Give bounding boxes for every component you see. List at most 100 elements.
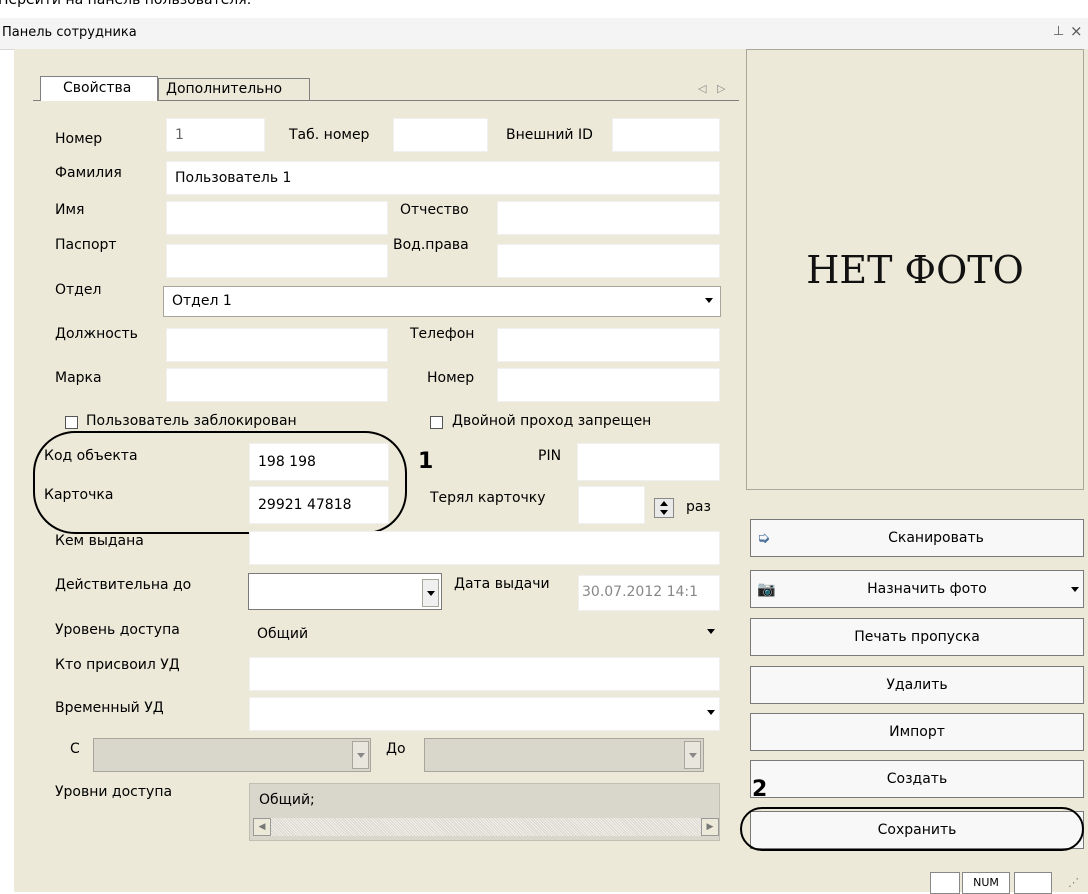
assign-photo-button-label: Назначить фото [867, 581, 987, 597]
tab-nomer-field[interactable] [393, 118, 488, 152]
data-vydachi-field[interactable]: 30.07.2012 14:1 [578, 575, 720, 611]
label-external-id: Внешний ID [506, 127, 593, 143]
marka-field[interactable] [166, 368, 388, 402]
label-raz: раз [686, 499, 711, 515]
camera-icon: 📷 [757, 580, 776, 598]
telefon-field[interactable] [497, 328, 720, 362]
label-pin: PIN [538, 448, 562, 464]
label-double-pass: Двойной проход запрещен [452, 413, 652, 429]
tab-scroll-right-icon[interactable]: ▷ [717, 82, 725, 95]
status-pane-num: NUM [962, 872, 1010, 894]
do-dropdown-button[interactable] [684, 741, 701, 769]
annotation-number-1: 1 [418, 449, 434, 474]
print-pass-button-label: Печать пропуска [854, 629, 980, 645]
scan-button-label: Сканировать [888, 530, 984, 546]
label-telefon: Телефон [410, 326, 475, 342]
vod-prava-field[interactable] [497, 244, 720, 278]
label-otdel: Отдел [55, 282, 102, 298]
create-button-label: Создать [886, 771, 948, 787]
dolzhnost-field[interactable] [166, 328, 388, 362]
uroven-chevron-down-icon[interactable] [707, 629, 715, 634]
status-pane-left [930, 872, 960, 894]
label-marka: Марка [55, 370, 102, 386]
label-do: До [386, 741, 406, 757]
top-caption: Перейти на панель пользователя: [0, 0, 252, 8]
otdel-chevron-down-icon[interactable] [705, 298, 713, 303]
import-button-label: Импорт [889, 724, 945, 740]
tab-properties[interactable]: Свойства [40, 76, 158, 101]
deystvitelna-chevron-down-icon [427, 591, 435, 596]
do-select[interactable] [424, 738, 704, 772]
uroven-select[interactable]: Общий [249, 618, 720, 652]
label-familiya: Фамилия [55, 165, 122, 181]
scan-button[interactable]: ➭ Сканировать [750, 519, 1084, 557]
label-deystvitelna: Действительна до [55, 577, 192, 593]
tab-additional-label: Дополнительно [166, 81, 283, 97]
status-pane-right [1014, 872, 1052, 894]
teryal-field[interactable] [578, 486, 645, 524]
tab-additional[interactable]: Дополнительно [158, 78, 310, 100]
external-id-field[interactable] [612, 118, 720, 152]
label-tab-nomer: Таб. номер [289, 127, 370, 143]
vremenny-chevron-down-icon[interactable] [707, 710, 715, 715]
label-kem-vydana: Кем выдана [55, 533, 144, 549]
urovni-list-item[interactable]: Общий; [259, 792, 315, 808]
scanner-icon: ➭ [757, 528, 771, 547]
s-dropdown-button[interactable] [352, 741, 369, 769]
deystvitelna-dropdown-button[interactable] [422, 579, 439, 607]
delete-button[interactable]: Удалить [750, 666, 1084, 704]
resize-grip-icon[interactable]: ⋰ [1068, 876, 1079, 889]
label-pasport: Паспорт [55, 237, 117, 253]
s-chevron-down-icon [357, 753, 365, 758]
deystvitelna-select[interactable] [248, 573, 442, 610]
urovni-hscrollbar[interactable]: ◀ ▶ [253, 818, 719, 836]
familiya-field[interactable]: Пользователь 1 [166, 161, 720, 195]
do-chevron-down-icon [689, 753, 697, 758]
label-marka-nomer: Номер [427, 370, 475, 386]
pin-icon[interactable]: ⊥ [1053, 24, 1064, 39]
label-uroven: Уровень доступа [55, 622, 180, 638]
pin-field[interactable] [577, 443, 720, 481]
blocked-checkbox[interactable] [65, 416, 78, 429]
scroll-right-icon[interactable]: ▶ [701, 818, 719, 836]
kto-prisvoil-field[interactable] [249, 657, 720, 691]
delete-button-label: Удалить [886, 677, 948, 693]
label-blocked: Пользователь заблокирован [86, 413, 297, 429]
label-dolzhnost: Должность [55, 326, 138, 342]
otchestvo-field[interactable] [497, 201, 720, 235]
imya-field[interactable] [166, 201, 388, 235]
nomer-field[interactable]: 1 [166, 118, 265, 152]
create-button[interactable]: Создать [750, 760, 1084, 798]
scroll-left-icon[interactable]: ◀ [253, 818, 271, 836]
label-teryal: Терял карточку [430, 490, 546, 506]
pasport-field[interactable] [166, 244, 388, 278]
label-imya: Имя [55, 202, 85, 218]
vremenny-select[interactable] [249, 697, 720, 731]
stepper-up-icon[interactable] [660, 501, 668, 506]
marka-nomer-field[interactable] [497, 368, 720, 402]
s-select[interactable] [93, 738, 371, 772]
window-titlebar [0, 18, 1088, 50]
assign-photo-chevron-down-icon[interactable] [1071, 587, 1079, 592]
tab-scroll-left-icon[interactable]: ◁ [698, 82, 706, 95]
teryal-stepper[interactable] [654, 498, 674, 518]
close-icon[interactable]: × [1070, 22, 1083, 40]
kem-vydana-field[interactable] [249, 531, 720, 565]
otdel-select[interactable]: Отдел 1 [163, 286, 721, 317]
label-otchestvo: Отчество [400, 202, 469, 218]
urovni-list[interactable]: Общий; ◀ ▶ [249, 783, 720, 841]
import-button[interactable]: Импорт [750, 713, 1084, 751]
label-data-vydachi: Дата выдачи [454, 576, 550, 592]
highlight-ellipse-1 [33, 431, 407, 534]
status-num-label: NUM [973, 876, 999, 889]
print-pass-button[interactable]: Печать пропуска [750, 618, 1084, 656]
double-pass-checkbox[interactable] [430, 416, 443, 429]
assign-photo-button[interactable]: 📷 Назначить фото [750, 570, 1084, 608]
label-vod-prava: Вод.права [393, 237, 469, 253]
stepper-down-icon[interactable] [660, 510, 668, 515]
no-photo-text: НЕТ ФОТО [806, 248, 1024, 292]
window-title: Панель сотрудника [2, 25, 137, 40]
label-urovni: Уровни доступа [55, 784, 173, 800]
label-kto-prisvoil: Кто присвоил УД [55, 657, 180, 673]
label-s: С [70, 741, 80, 757]
